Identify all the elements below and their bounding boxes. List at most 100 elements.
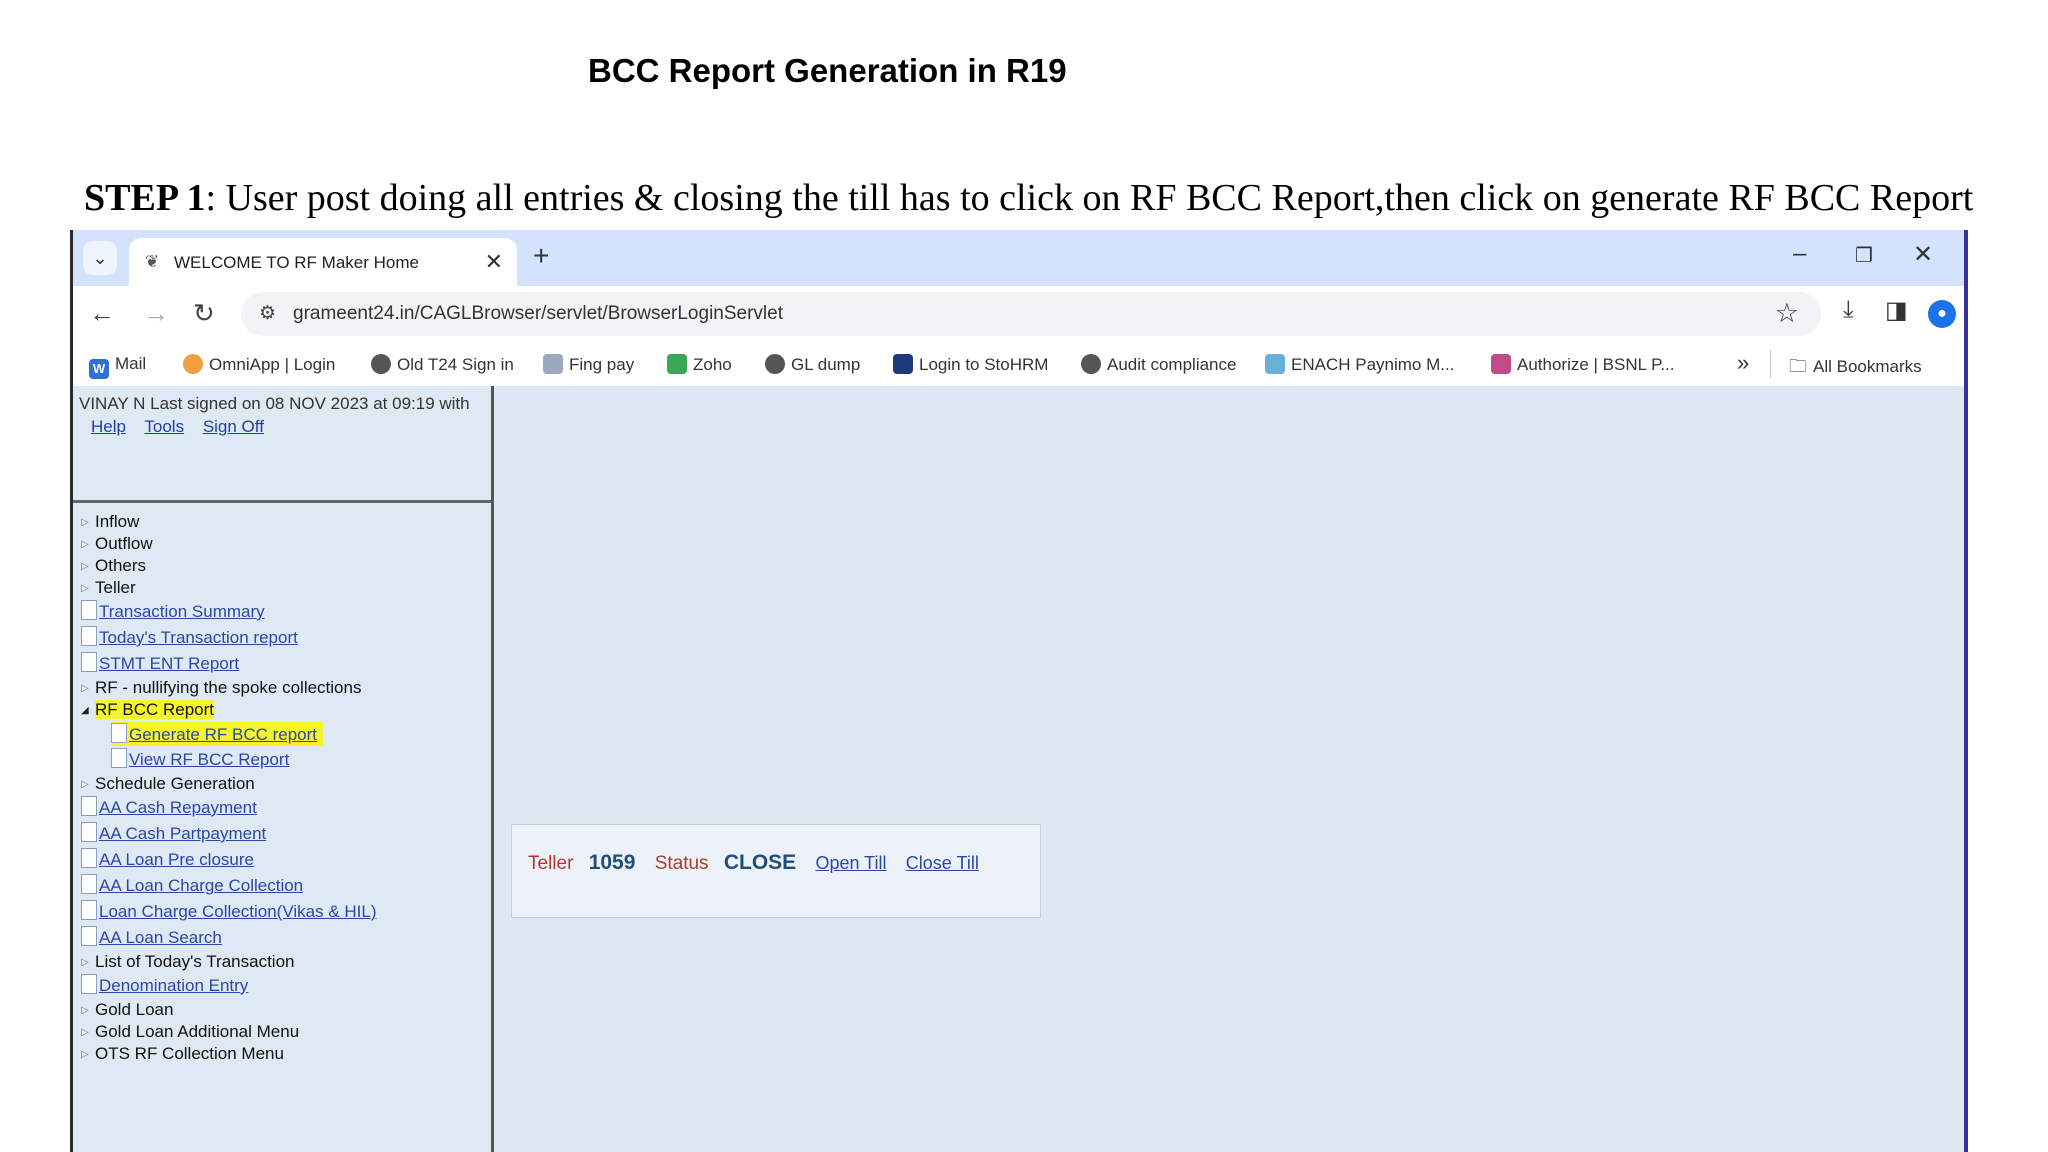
all-bookmarks-folder[interactable]: 🗀 All Bookmarks <box>1789 354 1922 384</box>
bookmark-star-icon[interactable]: ☆ <box>1775 298 1799 329</box>
left-menu-pane: VINAY N Last signed on 08 NOV 2023 at 09… <box>73 386 494 1152</box>
document-icon <box>81 822 97 842</box>
main-menu-tree: ▷ Inflow ▷ Outflow ▷ Others ▷ Teller Transac… <box>81 512 487 1066</box>
bookmark-mail[interactable]: W Mail <box>89 354 146 379</box>
document-icon <box>81 626 97 646</box>
document-title: BCC Report Generation in R19 <box>588 52 1067 89</box>
document-icon <box>81 874 97 894</box>
menu-todays-transaction-report[interactable]: Today's Transaction report <box>81 626 487 652</box>
forward-arrow-icon[interactable]: → <box>143 298 169 329</box>
bookmark-fing-pay[interactable]: Fing pay <box>543 354 634 375</box>
document-icon <box>111 748 127 768</box>
user-signon-info: VINAY N Last signed on 08 NOV 2023 at 09… <box>79 394 470 413</box>
menu-aa-loan-charge-collection[interactable]: AA Loan Charge Collection <box>81 874 487 900</box>
bsnl-favicon-icon <box>1491 354 1511 374</box>
profile-avatar-icon[interactable]: ● <box>1928 300 1956 328</box>
expand-triangle-icon: ▷ <box>81 779 89 790</box>
back-arrow-icon[interactable]: ← <box>89 298 115 329</box>
bookmark-audit-compliance[interactable]: Audit compliance <box>1081 354 1236 375</box>
bookmark-gl-dump[interactable]: GL dump <box>765 354 860 375</box>
restore-icon[interactable]: ❐ <box>1855 243 1873 268</box>
menu-ots-rf-collection[interactable]: ▷ OTS RF Collection Menu <box>81 1044 487 1066</box>
mail-favicon-icon: W <box>89 359 109 379</box>
enach-favicon-icon <box>1265 354 1285 374</box>
site-favicon-icon: ❦ <box>145 252 160 271</box>
site-info-icon[interactable]: ⚙ <box>259 302 276 325</box>
menu-view-rf-bcc-report[interactable]: View RF BCC Report <box>81 748 487 774</box>
collapse-triangle-icon: ◢ <box>81 705 89 716</box>
menu-stmt-ent-report[interactable]: STMT ENT Report <box>81 652 487 678</box>
bookmark-zoho[interactable]: Zoho <box>667 354 732 375</box>
pane-divider <box>73 500 491 503</box>
menu-list-todays-transaction[interactable]: ▷ List of Today's Transaction <box>81 952 487 974</box>
globe-icon <box>765 354 785 374</box>
menu-gold-loan[interactable]: ▷ Gold Loan <box>81 1000 487 1022</box>
sign-off-link[interactable]: Sign Off <box>203 417 264 436</box>
expand-triangle-icon: ▷ <box>81 1027 89 1038</box>
bookmark-bsnl[interactable]: Authorize | BSNL P... <box>1491 354 1675 375</box>
bookmark-stohrm[interactable]: Login to StoHRM <box>893 354 1048 375</box>
till-status-box: Teller 1059 Status CLOSE Open Till Close… <box>511 824 1041 918</box>
menu-rf-nullifying[interactable]: ▷ RF - nullifying the spoke collections <box>81 678 487 700</box>
menu-inflow[interactable]: ▷ Inflow <box>81 512 487 534</box>
globe-icon <box>1081 354 1101 374</box>
expand-triangle-icon: ▷ <box>81 561 89 572</box>
document-icon <box>81 900 97 920</box>
stohrm-favicon-icon <box>893 354 913 374</box>
window-close-icon[interactable]: ✕ <box>1913 240 1933 269</box>
step-label: STEP 1 <box>84 177 206 219</box>
document-icon <box>81 600 97 620</box>
omniapp-favicon-icon <box>183 354 203 374</box>
bookmark-old-t24[interactable]: Old T24 Sign in <box>371 354 514 375</box>
document-icon <box>81 796 97 816</box>
menu-transaction-summary[interactable]: Transaction Summary <box>81 600 487 626</box>
more-bookmarks-icon[interactable]: » <box>1737 350 1749 376</box>
expand-triangle-icon: ▷ <box>81 683 89 694</box>
browser-toolbar: ← → ↻ ⚙ grameent24.in/CAGLBrowser/servle… <box>73 286 1964 342</box>
download-icon[interactable]: ⤓ <box>1843 296 1854 324</box>
teller-label: Teller <box>528 853 574 874</box>
new-tab-plus-icon[interactable]: + <box>533 240 549 272</box>
document-icon <box>81 974 97 994</box>
bookmarks-separator <box>1770 350 1771 378</box>
step-text: : User post doing all entries & closing … <box>205 177 1974 219</box>
tab-title: WELCOME TO RF Maker Home <box>174 253 419 272</box>
menu-aa-cash-partpayment[interactable]: AA Cash Partpayment <box>81 822 487 848</box>
menu-generate-rf-bcc-report[interactable]: Generate RF BCC report <box>81 722 487 748</box>
folder-icon: 🗀 <box>1789 356 1807 376</box>
reload-icon[interactable]: ↻ <box>193 298 215 329</box>
bookmark-omniapp[interactable]: OmniApp | Login <box>183 354 335 375</box>
menu-rf-bcc-report[interactable]: ◢ RF BCC Report <box>81 700 487 722</box>
expand-triangle-icon: ▷ <box>81 1049 89 1060</box>
document-icon <box>81 848 97 868</box>
minimize-icon[interactable]: – <box>1793 240 1806 268</box>
menu-others[interactable]: ▷ Others <box>81 556 487 578</box>
expand-triangle-icon: ▷ <box>81 517 89 528</box>
side-panel-icon[interactable]: ◨ <box>1885 296 1908 325</box>
address-bar[interactable]: ⚙ grameent24.in/CAGLBrowser/servlet/Brow… <box>241 292 1821 336</box>
tools-link[interactable]: Tools <box>144 417 184 436</box>
open-till-link[interactable]: Open Till <box>815 853 886 873</box>
menu-aa-loan-pre-closure[interactable]: AA Loan Pre closure <box>81 848 487 874</box>
document-icon <box>81 652 97 672</box>
active-tab[interactable]: ❦ WELCOME TO RF Maker Home ✕ <box>129 238 517 286</box>
teller-value: 1059 <box>588 851 636 874</box>
zoho-favicon-icon <box>667 354 687 374</box>
help-link[interactable]: Help <box>91 417 126 436</box>
menu-loan-charge-collection-vikas[interactable]: Loan Charge Collection(Vikas & HIL) <box>81 900 487 926</box>
menu-schedule-generation[interactable]: ▷ Schedule Generation <box>81 774 487 796</box>
top-links: Help Tools Sign Off <box>91 417 278 437</box>
menu-aa-loan-search[interactable]: AA Loan Search <box>81 926 487 952</box>
menu-outflow[interactable]: ▷ Outflow <box>81 534 487 556</box>
bookmark-enach[interactable]: ENACH Paynimo M... <box>1265 354 1454 375</box>
close-tab-icon[interactable]: ✕ <box>485 249 503 275</box>
menu-gold-loan-additional[interactable]: ▷ Gold Loan Additional Menu <box>81 1022 487 1044</box>
step-instruction: STEP 1: User post doing all entries & cl… <box>84 176 1973 220</box>
status-value: CLOSE <box>723 851 797 874</box>
close-till-link[interactable]: Close Till <box>906 853 979 873</box>
menu-aa-cash-repayment[interactable]: AA Cash Repayment <box>81 796 487 822</box>
menu-teller[interactable]: ▷ Teller <box>81 578 487 600</box>
menu-denomination-entry[interactable]: Denomination Entry <box>81 974 487 1000</box>
tab-search-chevron-icon[interactable]: ⌄ <box>83 241 117 275</box>
globe-icon <box>371 354 391 374</box>
